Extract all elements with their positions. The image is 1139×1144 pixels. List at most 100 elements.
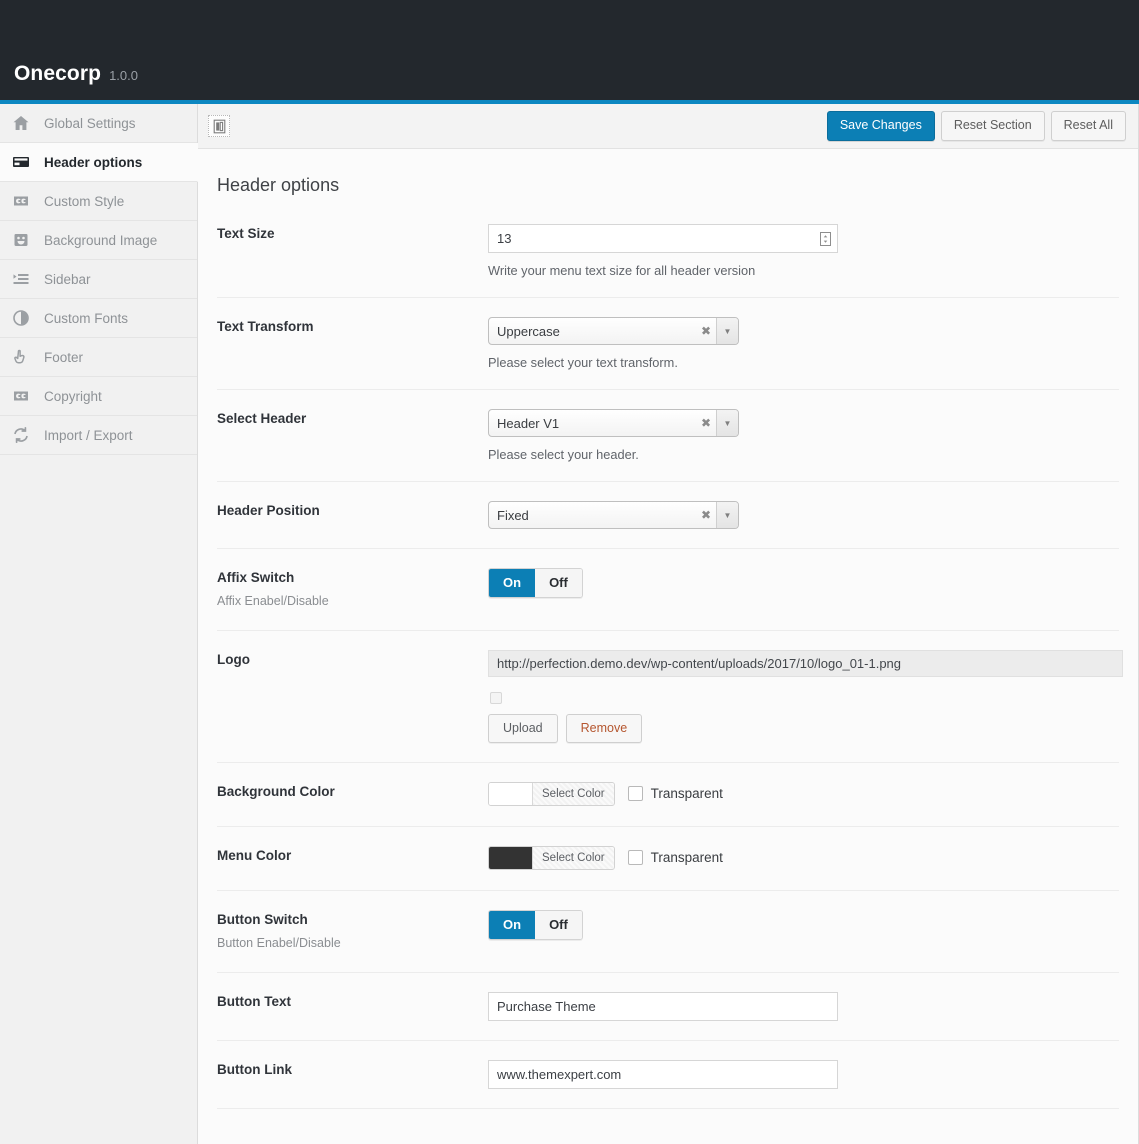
menu-transparent-checkbox[interactable]: Transparent [628, 850, 723, 865]
reset-all-button[interactable]: Reset All [1051, 111, 1126, 141]
switch-off-option[interactable]: Off [535, 569, 582, 597]
sidebar-item-footer[interactable]: Footer [0, 338, 197, 377]
field-sublabel: Affix Enabel/Disable [217, 593, 472, 611]
sidebar-item-custom-style[interactable]: Custom Style [0, 182, 197, 221]
brand: Onecorp 1.0.0 [14, 62, 138, 86]
button-link-input[interactable] [488, 1060, 838, 1089]
switch-off-option[interactable]: Off [535, 911, 582, 939]
select-color-label: Select Color [533, 783, 614, 805]
app-name: Onecorp [14, 62, 101, 86]
toolbar-actions: Save Changes Reset Section Reset All [827, 111, 1126, 141]
field-description: Please select your text transform. [488, 355, 1119, 370]
sidebar-item-import-export[interactable]: Import / Export [0, 416, 197, 455]
color-swatch [489, 847, 533, 869]
field-select-header: Select Header Header V1 ✖ ▼ Please selec… [217, 389, 1119, 481]
text-transform-select[interactable]: Uppercase ✖ ▼ [488, 317, 739, 345]
logo-preview-checkbox[interactable] [490, 692, 502, 704]
home-icon [11, 113, 31, 133]
affix-switch-toggle[interactable]: On Off [488, 568, 583, 598]
background-transparent-checkbox[interactable]: Transparent [628, 786, 723, 801]
pointer-hand-icon [11, 347, 31, 367]
field-label-group: Select Header [217, 409, 488, 462]
field-label-group: Header Position [217, 501, 488, 529]
background-color-picker[interactable]: Select Color [488, 782, 615, 806]
select-header-select[interactable]: Header V1 ✖ ▼ [488, 409, 739, 437]
field-label: Affix Switch [217, 568, 472, 588]
field-control: On Off [488, 910, 1119, 953]
field-control: On Off [488, 568, 1119, 611]
field-logo: Logo http://perfection.demo.dev/wp-conte… [217, 630, 1119, 762]
main-panel: Save Changes Reset Section Reset All Hea… [198, 104, 1139, 1144]
color-row: Select Color Transparent [488, 782, 1119, 806]
field-label-group: Background Color [217, 782, 488, 807]
sidebar-item-header-options[interactable]: Header options [0, 143, 198, 182]
field-label: Header Position [217, 501, 472, 521]
close-icon[interactable]: ✖ [696, 318, 716, 344]
field-text-transform: Text Transform Uppercase ✖ ▼ Please sele… [217, 297, 1119, 389]
field-label-group: Menu Color [217, 846, 488, 871]
sidebar-item-global-settings[interactable]: Global Settings [0, 104, 197, 143]
field-description: Write your menu text size for all header… [488, 263, 1119, 278]
field-control: Uppercase ✖ ▼ Please select your text tr… [488, 317, 1119, 370]
menu-color-picker[interactable]: Select Color [488, 846, 615, 870]
field-control: Select Color Transparent [488, 846, 1119, 871]
checkbox-box [628, 850, 643, 865]
field-background-color: Background Color Select Color Transparen… [217, 762, 1119, 826]
field-button-switch: Button Switch Button Enabel/Disable On O… [217, 890, 1119, 972]
field-control: Header V1 ✖ ▼ Please select your header. [488, 409, 1119, 462]
field-control: Select Color Transparent [488, 782, 1119, 807]
field-button-link: Button Link [217, 1040, 1119, 1108]
select-color-label: Select Color [533, 847, 614, 869]
logo-actions: Upload Remove [488, 714, 1119, 743]
sidebar-item-label: Header options [44, 155, 142, 170]
app-version: 1.0.0 [109, 68, 138, 83]
cc-icon [11, 191, 31, 211]
reset-section-button[interactable]: Reset Section [941, 111, 1045, 141]
header-position-select[interactable]: Fixed ✖ ▼ [488, 501, 739, 529]
field-label-group: Affix Switch Affix Enabel/Disable [217, 568, 488, 611]
app-topbar: Onecorp 1.0.0 [0, 0, 1139, 100]
field-label-group: Text Size [217, 224, 488, 278]
field-label-group: Logo [217, 650, 488, 743]
sidebar-item-label: Background Image [44, 233, 157, 248]
color-swatch [489, 783, 533, 805]
sidebar-item-sidebar[interactable]: Sidebar [0, 260, 197, 299]
switch-on-option[interactable]: On [489, 569, 535, 597]
logo-url-field[interactable]: http://perfection.demo.dev/wp-content/up… [488, 650, 1123, 677]
contrast-circle-icon [11, 308, 31, 328]
button-switch-toggle[interactable]: On Off [488, 910, 583, 940]
field-header-position: Header Position Fixed ✖ ▼ [217, 481, 1119, 548]
field-label-group: Text Transform [217, 317, 488, 370]
page-title: Header options [217, 149, 1119, 218]
sidebar-list-icon [11, 269, 31, 289]
checkbox-label: Transparent [651, 850, 723, 865]
button-text-input[interactable] [488, 992, 838, 1021]
checkbox-box [628, 786, 643, 801]
field-label: Button Link [217, 1060, 472, 1080]
sidebar-item-copyright[interactable]: Copyright [0, 377, 197, 416]
select-value: Uppercase [489, 318, 696, 344]
text-size-input-wrap [488, 224, 838, 253]
field-label: Text Size [217, 224, 472, 244]
field-control [488, 1060, 1119, 1089]
chevron-down-icon[interactable]: ▼ [716, 318, 738, 344]
chevron-down-icon[interactable]: ▼ [716, 502, 738, 528]
close-icon[interactable]: ✖ [696, 502, 716, 528]
sidebar-item-label: Footer [44, 350, 83, 365]
checkbox-label: Transparent [651, 786, 723, 801]
field-button-text: Button Text [217, 972, 1119, 1040]
save-changes-button[interactable]: Save Changes [827, 111, 935, 141]
switch-on-option[interactable]: On [489, 911, 535, 939]
cc-icon [11, 386, 31, 406]
remove-button[interactable]: Remove [566, 714, 643, 743]
sidebar-item-background-image[interactable]: Background Image [0, 221, 197, 260]
upload-button[interactable]: Upload [488, 714, 558, 743]
divider [217, 1108, 1119, 1109]
text-size-input[interactable] [488, 224, 838, 253]
field-control: http://perfection.demo.dev/wp-content/up… [488, 650, 1119, 743]
sidebar-item-custom-fonts[interactable]: Custom Fonts [0, 299, 197, 338]
layout-expand-icon[interactable] [208, 115, 230, 137]
field-control [488, 992, 1119, 1021]
chevron-down-icon[interactable]: ▼ [716, 410, 738, 436]
close-icon[interactable]: ✖ [696, 410, 716, 436]
